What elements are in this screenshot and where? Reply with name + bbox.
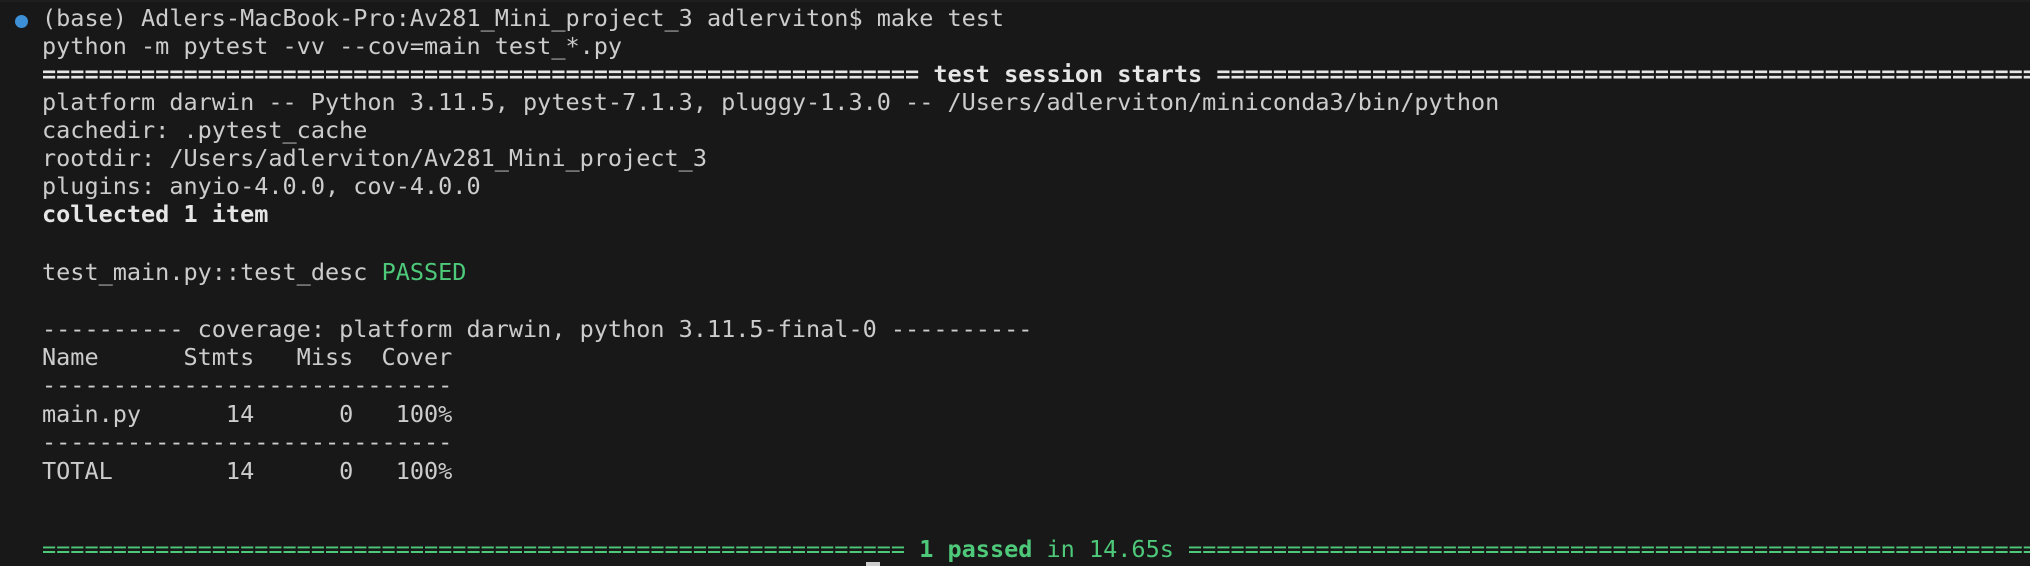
coverage-header-line: ---------- coverage: platform darwin, py… <box>42 315 1033 343</box>
coverage-row-main: main.py 14 0 100% <box>42 400 453 428</box>
test-result-line: test_main.py::test_desc PASSED <box>42 258 466 287</box>
summary-line: ========================================… <box>42 535 2030 564</box>
summary-passed-count: 1 passed <box>919 535 1033 563</box>
summary-separator-left: ========================================… <box>42 535 920 563</box>
shell-prompt-line: (base) Adlers-MacBook-Pro:Av281_Mini_pro… <box>42 4 1005 32</box>
summary-separator-right: ========================================… <box>1173 535 2030 563</box>
platform-line: platform darwin -- Python 3.11.5, pytest… <box>42 88 1500 116</box>
text-cursor <box>866 562 880 566</box>
coverage-rule-line: ----------------------------- <box>42 428 453 456</box>
summary-duration: in 14.65s <box>1032 535 1174 563</box>
test-status-badge: PASSED <box>381 258 467 286</box>
session-header-line: ========================================… <box>42 60 2030 89</box>
terminal-top-edge <box>0 0 2030 2</box>
coverage-row-total: TOTAL 14 0 100% <box>42 457 453 485</box>
command-decoration-icon[interactable] <box>15 15 28 28</box>
test-name: test_main.py::test_desc <box>42 258 382 286</box>
plugins-line: plugins: anyio-4.0.0, cov-4.0.0 <box>42 172 481 200</box>
coverage-columns-line: Name Stmts Miss Cover <box>42 343 453 371</box>
coverage-rule-line: ----------------------------- <box>42 371 453 399</box>
rootdir-line: rootdir: /Users/adlerviton/Av281_Mini_pr… <box>42 144 707 172</box>
session-separator-left: ========================================… <box>42 60 934 88</box>
collected-line: collected 1 item <box>42 200 269 228</box>
session-title: test session starts <box>933 60 1203 88</box>
echoed-command-line: python -m pytest -vv --cov=main test_*.p… <box>42 32 623 60</box>
session-separator-right: ========================================… <box>1202 60 2030 88</box>
cachedir-line: cachedir: .pytest_cache <box>42 116 368 144</box>
